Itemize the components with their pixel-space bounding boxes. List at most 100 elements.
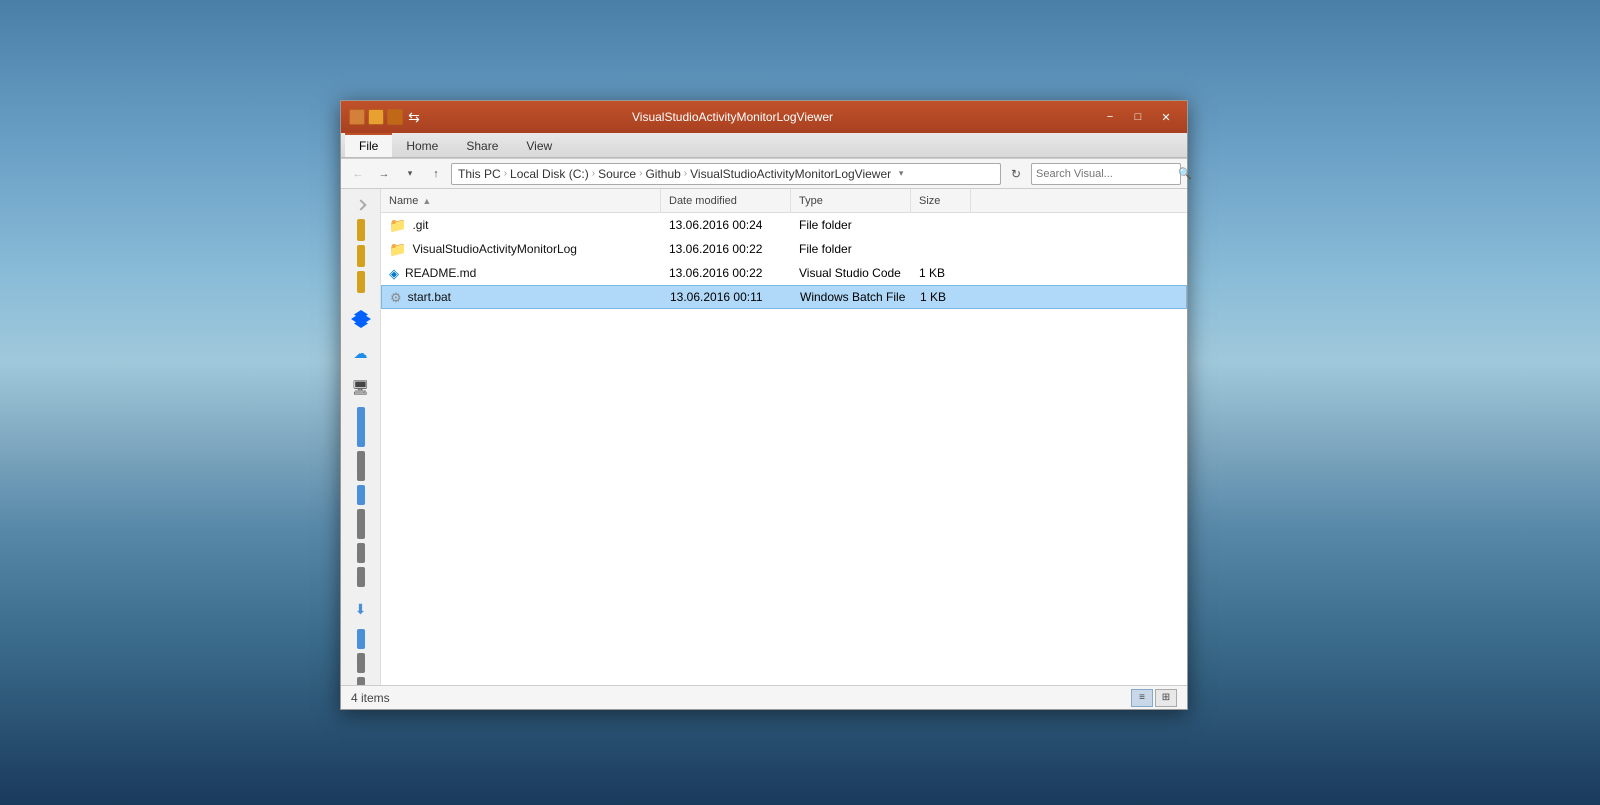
content-area: ☁ 🖥 ⬇ ▾: [341, 189, 1187, 685]
file-name-cell: ◈ README.md: [381, 261, 661, 285]
file-icon-startbat: ⚙: [390, 289, 402, 306]
file-date-readme: 13.06.2016 00:22: [661, 261, 791, 285]
breadcrumb-sep-3: ›: [639, 168, 642, 179]
sidebar-item-blue2: [357, 485, 365, 505]
col-header-name-label: Name: [389, 195, 418, 207]
ribbon-tab-bar: File Home Share View: [341, 133, 1187, 158]
sidebar-dropbox-icon[interactable]: [345, 303, 377, 335]
tab-share[interactable]: Share: [452, 133, 512, 157]
ribbon: File Home Share View: [341, 133, 1187, 159]
col-header-type[interactable]: Type: [791, 189, 911, 212]
breadcrumb-sep-4: ›: [684, 168, 687, 179]
file-list: 📁 .git 13.06.2016 00:24 File folder 📁 Vi…: [381, 213, 1187, 685]
folder-icon: 📁: [389, 217, 406, 233]
explorer-window: ⇆ VisualStudioActivityMonitorLogViewer −…: [340, 100, 1188, 710]
sidebar-item-gray4: [357, 567, 365, 587]
file-name-startbat: start.bat: [408, 290, 451, 304]
close-button[interactable]: ✕: [1153, 107, 1179, 127]
breadcrumb-sep-2: ›: [592, 168, 595, 179]
file-name-vsactivitylog: VisualStudioActivityMonitorLog: [412, 242, 577, 256]
tab-view[interactable]: View: [512, 133, 566, 157]
tab-home[interactable]: Home: [392, 133, 452, 157]
sidebar: ☁ 🖥 ⬇ ▾: [341, 189, 381, 685]
sidebar-item-blue: [357, 407, 365, 447]
file-type-startbat: Windows Batch File: [792, 286, 912, 308]
breadcrumb-local-disk[interactable]: Local Disk (C:): [510, 167, 589, 181]
search-box[interactable]: 🔍: [1031, 163, 1181, 185]
title-bar: ⇆ VisualStudioActivityMonitorLogViewer −…: [341, 101, 1187, 133]
file-name-git: .git: [412, 218, 428, 232]
breadcrumb-this-pc[interactable]: This PC: [458, 167, 501, 181]
file-date-vsactivitylog: 13.06.2016 00:22: [661, 237, 791, 261]
file-size-git: [911, 213, 971, 237]
breadcrumb-source[interactable]: Source: [598, 167, 636, 181]
search-input[interactable]: [1036, 168, 1178, 180]
sidebar-item-blue3: [357, 629, 365, 649]
file-name-cell: ⚙ start.bat: [382, 286, 662, 308]
file-icon-vsactivitylog: 📁: [389, 241, 406, 258]
file-size-startbat: 1 KB: [912, 286, 972, 308]
file-type-git: File folder: [791, 213, 911, 237]
file-date-startbat: 13.06.2016 00:11: [662, 286, 792, 308]
recent-locations-button[interactable]: ▾: [399, 163, 421, 185]
bat-icon: ⚙: [390, 290, 402, 305]
folder-icon: 📁: [389, 241, 406, 257]
col-header-name[interactable]: Name ▲: [381, 189, 661, 212]
file-row-startbat[interactable]: ⚙ start.bat 13.06.2016 00:11 Windows Bat…: [381, 285, 1187, 309]
sidebar-item-gray: [357, 451, 365, 481]
sidebar-download-icon[interactable]: ⬇: [345, 593, 377, 625]
view-toggle-buttons: ≡ ⊞: [1131, 689, 1177, 707]
sort-arrow-icon: ▲: [422, 196, 431, 206]
window-controls: − □ ✕: [1097, 107, 1179, 127]
search-icon[interactable]: 🔍: [1178, 167, 1192, 180]
item-count: 4 items: [351, 691, 390, 705]
file-row-git[interactable]: 📁 .git 13.06.2016 00:24 File folder: [381, 213, 1187, 237]
col-header-size[interactable]: Size: [911, 189, 971, 212]
file-name-cell: 📁 .git: [381, 213, 661, 237]
file-type-readme: Visual Studio Code: [791, 261, 911, 285]
sidebar-item-gray2: [357, 509, 365, 539]
breadcrumb-folder[interactable]: VisualStudioActivityMonitorLogViewer: [690, 167, 891, 181]
maximize-button[interactable]: □: [1125, 107, 1151, 127]
back-button[interactable]: ←: [347, 163, 369, 185]
sidebar-folder-1: [357, 219, 365, 241]
col-header-type-label: Type: [799, 195, 823, 207]
breadcrumb-github[interactable]: Github: [645, 167, 680, 181]
col-header-size-label: Size: [919, 195, 940, 207]
file-name-cell: 📁 VisualStudioActivityMonitorLog: [381, 237, 661, 261]
file-date-git: 13.06.2016 00:24: [661, 213, 791, 237]
sidebar-item-gray3: [357, 543, 365, 563]
col-header-date[interactable]: Date modified: [661, 189, 791, 212]
forward-button[interactable]: →: [373, 163, 395, 185]
breadcrumb-sep-1: ›: [504, 168, 507, 179]
window-title: VisualStudioActivityMonitorLogViewer: [368, 110, 1097, 124]
sidebar-item-gray5: [357, 653, 365, 673]
app-icon-1: [349, 109, 365, 125]
refresh-button[interactable]: ↻: [1005, 163, 1027, 185]
sidebar-cloud-icon[interactable]: ☁: [345, 337, 377, 369]
file-name-readme: README.md: [405, 266, 476, 280]
file-size-readme: 1 KB: [911, 261, 971, 285]
sidebar-monitor-icon[interactable]: 🖥: [345, 371, 377, 403]
up-button[interactable]: ↑: [425, 163, 447, 185]
breadcrumb-bar[interactable]: This PC › Local Disk (C:) › Source › Git…: [451, 163, 1001, 185]
sidebar-folder-3: [357, 271, 365, 293]
sidebar-expand-icon: [351, 197, 371, 217]
col-header-date-label: Date modified: [669, 195, 737, 207]
file-list-area: Name ▲ Date modified Type Size 📁 .git 13…: [381, 189, 1187, 685]
sidebar-folder-2: [357, 245, 365, 267]
status-bar: 4 items ≡ ⊞: [341, 685, 1187, 709]
file-size-vsactivitylog: [911, 237, 971, 261]
file-row-vsactivitylog[interactable]: 📁 VisualStudioActivityMonitorLog 13.06.2…: [381, 237, 1187, 261]
file-list-header: Name ▲ Date modified Type Size: [381, 189, 1187, 213]
vscode-icon: ◈: [389, 266, 399, 281]
tab-file[interactable]: File: [345, 133, 392, 157]
minimize-button[interactable]: −: [1097, 107, 1123, 127]
breadcrumb-dropdown-btn[interactable]: ▾: [893, 166, 909, 182]
sidebar-item-gray6: [357, 677, 365, 685]
thumbnail-view-button[interactable]: ⊞: [1155, 689, 1177, 707]
file-row-readme[interactable]: ◈ README.md 13.06.2016 00:22 Visual Stud…: [381, 261, 1187, 285]
file-type-vsactivitylog: File folder: [791, 237, 911, 261]
details-view-button[interactable]: ≡: [1131, 689, 1153, 707]
address-bar: ← → ▾ ↑ This PC › Local Disk (C:) › Sour…: [341, 159, 1187, 189]
